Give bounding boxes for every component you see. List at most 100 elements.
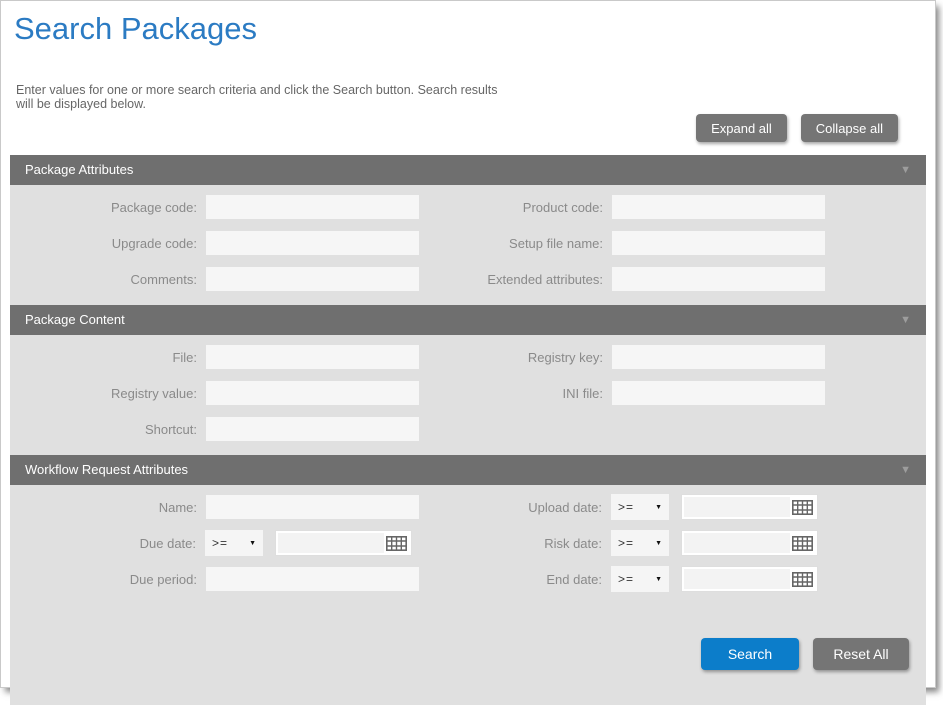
form-row: Due date: >= ▼ Risk date: bbox=[10, 530, 926, 556]
section-body-package-attributes: Package code: Product code: Upgrade code… bbox=[10, 185, 926, 305]
chevron-down-icon: ▼ bbox=[655, 540, 662, 547]
field-name: Name: bbox=[10, 494, 468, 520]
form-actions: Search Reset All bbox=[10, 638, 909, 702]
field-due-period: Due period: bbox=[10, 566, 468, 592]
field-registry-value: Registry value: bbox=[10, 380, 468, 406]
field-label: INI file: bbox=[468, 386, 612, 401]
end-date-field bbox=[681, 566, 818, 592]
field-extended-attributes: Extended attributes: bbox=[468, 266, 926, 292]
expand-collapse-toolbar: Expand all Collapse all bbox=[1, 114, 898, 142]
upload-date-operator-select[interactable]: >= ▼ bbox=[611, 494, 669, 520]
risk-date-field bbox=[681, 530, 818, 556]
empty-cell bbox=[468, 416, 926, 442]
search-button[interactable]: Search bbox=[701, 638, 799, 670]
operator-value: >= bbox=[618, 572, 634, 586]
package-code-input[interactable] bbox=[206, 195, 419, 219]
field-label: Due period: bbox=[10, 572, 206, 587]
field-upgrade-code: Upgrade code: bbox=[10, 230, 468, 256]
collapse-triangle-icon[interactable]: ▼ bbox=[900, 305, 911, 335]
field-file: File: bbox=[10, 344, 468, 370]
field-label: Name: bbox=[10, 500, 206, 515]
field-label: File: bbox=[10, 350, 206, 365]
collapse-all-button[interactable]: Collapse all bbox=[801, 114, 898, 142]
registry-key-input[interactable] bbox=[612, 345, 825, 369]
chevron-down-icon: ▼ bbox=[249, 540, 256, 547]
section-header-package-content[interactable]: Package Content ▼ bbox=[10, 305, 926, 335]
field-due-date: Due date: >= ▼ bbox=[10, 530, 468, 556]
form-row: Upgrade code: Setup file name: bbox=[10, 230, 926, 256]
section-title: Workflow Request Attributes bbox=[25, 455, 188, 485]
registry-value-input[interactable] bbox=[206, 381, 419, 405]
field-label: Upload date: bbox=[468, 500, 611, 515]
due-date-field bbox=[275, 530, 412, 556]
form-row: Name: Upload date: >= ▼ bbox=[10, 494, 926, 520]
collapse-triangle-icon[interactable]: ▼ bbox=[900, 455, 911, 485]
end-date-operator-select[interactable]: >= ▼ bbox=[611, 566, 669, 592]
field-comments: Comments: bbox=[10, 266, 468, 292]
field-end-date: End date: >= ▼ bbox=[468, 566, 926, 592]
field-label: Product code: bbox=[468, 200, 612, 215]
calendar-icon[interactable] bbox=[790, 500, 815, 515]
form-row: Package code: Product code: bbox=[10, 194, 926, 220]
ini-file-input[interactable] bbox=[612, 381, 825, 405]
form-row: Shortcut: bbox=[10, 416, 926, 442]
calendar-icon[interactable] bbox=[790, 536, 815, 551]
due-date-operator-select[interactable]: >= ▼ bbox=[205, 530, 263, 556]
field-product-code: Product code: bbox=[468, 194, 926, 220]
expand-all-button[interactable]: Expand all bbox=[696, 114, 787, 142]
comments-input[interactable] bbox=[206, 267, 419, 291]
field-label: Comments: bbox=[10, 272, 206, 287]
form-row: Due period: End date: >= ▼ bbox=[10, 566, 926, 592]
field-label: End date: bbox=[468, 572, 611, 587]
search-packages-window: Search Packages Enter values for one or … bbox=[0, 0, 936, 688]
chevron-down-icon: ▼ bbox=[655, 576, 662, 583]
upload-date-field bbox=[681, 494, 818, 520]
section-title: Package Attributes bbox=[25, 155, 133, 185]
form-row: Registry value: INI file: bbox=[10, 380, 926, 406]
field-label: Upgrade code: bbox=[10, 236, 206, 251]
field-setup-file-name: Setup file name: bbox=[468, 230, 926, 256]
collapse-triangle-icon[interactable]: ▼ bbox=[900, 155, 911, 185]
field-label: Extended attributes: bbox=[468, 272, 612, 287]
section-title: Package Content bbox=[25, 305, 125, 335]
instructions-text: Enter values for one or more search crit… bbox=[16, 83, 515, 111]
field-registry-key: Registry key: bbox=[468, 344, 926, 370]
page-title: Search Packages bbox=[1, 1, 935, 49]
operator-value: >= bbox=[618, 536, 634, 550]
extended-attributes-input[interactable] bbox=[612, 267, 825, 291]
field-label: Registry value: bbox=[10, 386, 206, 401]
field-package-code: Package code: bbox=[10, 194, 468, 220]
calendar-icon[interactable] bbox=[790, 572, 815, 587]
field-risk-date: Risk date: >= ▼ bbox=[468, 530, 926, 556]
end-date-input[interactable] bbox=[684, 569, 790, 589]
operator-value: >= bbox=[212, 536, 228, 550]
due-period-input[interactable] bbox=[206, 567, 419, 591]
due-date-input[interactable] bbox=[278, 533, 384, 553]
name-input[interactable] bbox=[206, 495, 419, 519]
form-row: Comments: Extended attributes: bbox=[10, 266, 926, 292]
form-row: File: Registry key: bbox=[10, 344, 926, 370]
field-upload-date: Upload date: >= ▼ bbox=[468, 494, 926, 520]
risk-date-input[interactable] bbox=[684, 533, 790, 553]
field-label: Due date: bbox=[10, 536, 205, 551]
section-header-package-attributes[interactable]: Package Attributes ▼ bbox=[10, 155, 926, 185]
product-code-input[interactable] bbox=[612, 195, 825, 219]
operator-value: >= bbox=[618, 500, 634, 514]
risk-date-operator-select[interactable]: >= ▼ bbox=[611, 530, 669, 556]
section-body-workflow-request-attributes: Name: Upload date: >= ▼ bbox=[10, 485, 926, 705]
field-label: Package code: bbox=[10, 200, 206, 215]
calendar-icon[interactable] bbox=[384, 536, 409, 551]
upgrade-code-input[interactable] bbox=[206, 231, 419, 255]
field-ini-file: INI file: bbox=[468, 380, 926, 406]
section-header-workflow-request-attributes[interactable]: Workflow Request Attributes ▼ bbox=[10, 455, 926, 485]
field-label: Risk date: bbox=[468, 536, 611, 551]
file-input[interactable] bbox=[206, 345, 419, 369]
field-label: Registry key: bbox=[468, 350, 612, 365]
upload-date-input[interactable] bbox=[684, 497, 790, 517]
chevron-down-icon: ▼ bbox=[655, 504, 662, 511]
field-shortcut: Shortcut: bbox=[10, 416, 468, 442]
shortcut-input[interactable] bbox=[206, 417, 419, 441]
setup-file-name-input[interactable] bbox=[612, 231, 825, 255]
section-body-package-content: File: Registry key: Registry value: INI … bbox=[10, 335, 926, 455]
reset-all-button[interactable]: Reset All bbox=[813, 638, 909, 670]
